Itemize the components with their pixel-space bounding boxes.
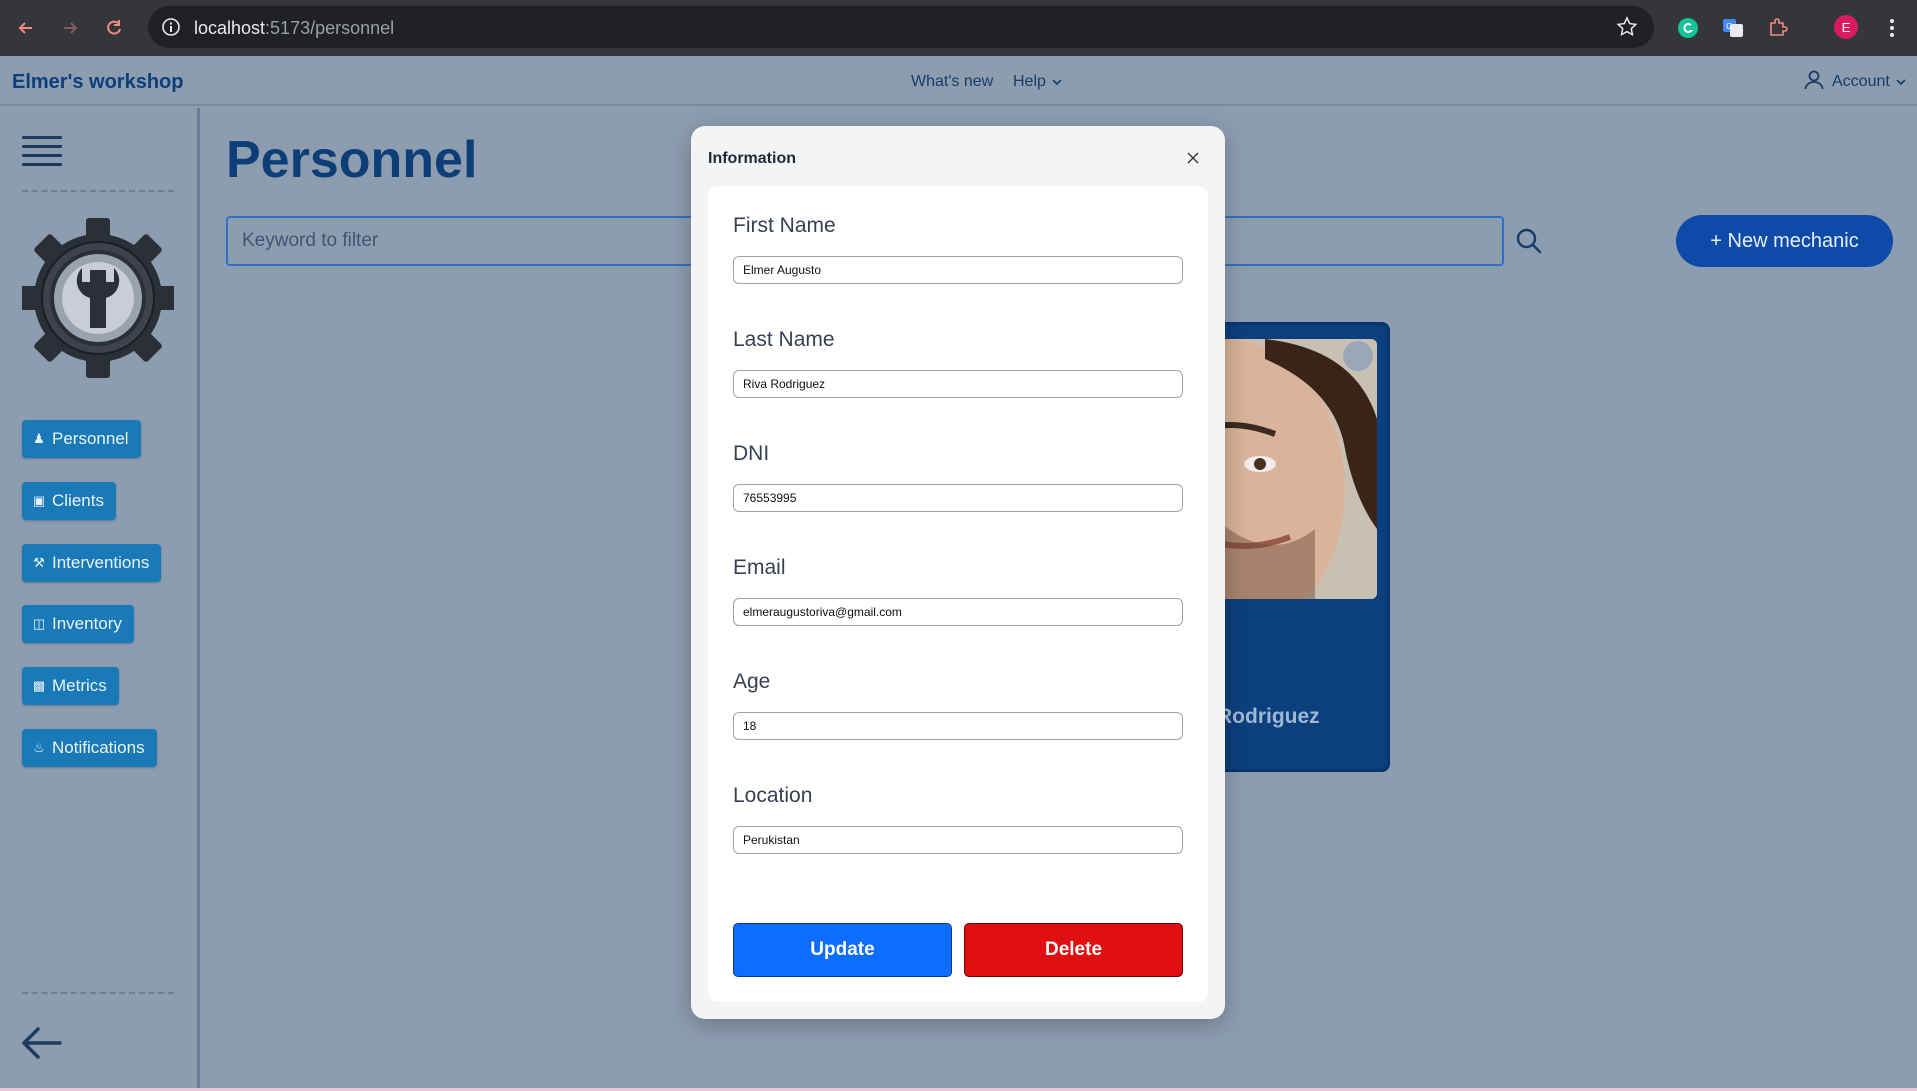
- modal-form: First Name Last Name DNI Email Age Locat…: [708, 186, 1208, 1002]
- help-menu[interactable]: Help: [1013, 73, 1062, 91]
- last-name-label: Last Name: [733, 328, 835, 351]
- sidebar-item-clients[interactable]: ▣ Clients: [22, 482, 116, 520]
- close-icon[interactable]: [1181, 146, 1205, 170]
- last-name-field[interactable]: [733, 370, 1183, 398]
- grammarly-icon[interactable]: [1674, 14, 1702, 42]
- location-field[interactable]: [733, 826, 1183, 854]
- app-header: Elmer's workshop What's new Help Account: [0, 56, 1917, 106]
- browser-toolbar: localhost:5173/personnel G E: [0, 0, 1917, 56]
- account-menu[interactable]: Account: [1802, 68, 1906, 96]
- sidebar-item-personnel[interactable]: ♟ Personnel: [22, 420, 141, 458]
- email-field[interactable]: [733, 598, 1183, 626]
- browser-menu-icon[interactable]: [1878, 14, 1906, 42]
- translate-icon[interactable]: G: [1719, 14, 1747, 42]
- account-label: Account: [1832, 73, 1890, 90]
- sidebar-item-label: Notifications: [52, 738, 145, 757]
- sidebar-item-inventory[interactable]: ◫ Inventory: [22, 605, 134, 643]
- delete-button[interactable]: Delete: [964, 923, 1183, 977]
- url-text: localhost:5173/personnel: [194, 18, 395, 38]
- users-icon: ♟: [33, 431, 45, 446]
- address-bar[interactable]: localhost:5173/personnel: [148, 6, 1654, 48]
- back-arrow-icon[interactable]: [20, 1023, 64, 1063]
- bookmark-star-icon[interactable]: [1616, 16, 1638, 43]
- svg-text:G: G: [1726, 22, 1732, 31]
- id-card-icon: ▣: [32, 493, 46, 508]
- status-dot: [1343, 341, 1373, 371]
- box-icon: ◫: [32, 616, 46, 631]
- sidebar-item-interventions[interactable]: ⚒ Interventions: [22, 544, 162, 582]
- sidebar-item-label: Interventions: [52, 553, 150, 572]
- divider: [22, 190, 174, 192]
- bell-icon: ♨: [33, 740, 45, 755]
- whats-new-link[interactable]: What's new: [911, 73, 993, 91]
- new-mechanic-button[interactable]: + New mechanic: [1676, 215, 1893, 267]
- divider: [22, 992, 174, 994]
- chevron-down-icon: [1896, 73, 1906, 91]
- chevron-down-icon: [1052, 73, 1062, 91]
- sidebar-item-label: Clients: [52, 491, 104, 510]
- search-icon[interactable]: [1514, 226, 1544, 256]
- sidebar-item-label: Personnel: [52, 429, 129, 448]
- hammer-icon: ⚒: [33, 555, 45, 570]
- site-info-icon[interactable]: [160, 16, 182, 43]
- forward-nav-icon[interactable]: [56, 14, 84, 42]
- dni-label: DNI: [733, 442, 770, 465]
- reload-icon[interactable]: [100, 14, 128, 42]
- bar-chart-icon: ▩: [32, 678, 46, 693]
- email-label: Email: [733, 556, 786, 579]
- modal-title: Information: [708, 150, 796, 167]
- sidebar-item-label: Metrics: [52, 676, 107, 695]
- page-title: Personnel: [226, 131, 478, 189]
- sidebar-item-notifications[interactable]: ♨ Notifications: [22, 729, 157, 767]
- first-name-field[interactable]: [733, 256, 1183, 284]
- update-button[interactable]: Update: [733, 923, 952, 977]
- brand-title[interactable]: Elmer's workshop: [12, 71, 183, 94]
- information-modal: Information First Name Last Name DNI Ema…: [691, 126, 1225, 1019]
- help-label: Help: [1013, 73, 1046, 90]
- age-label: Age: [733, 670, 771, 693]
- sidebar-item-label: Inventory: [52, 614, 122, 633]
- hamburger-menu-icon[interactable]: [22, 136, 62, 166]
- sidebar-item-metrics[interactable]: ▩ Metrics: [22, 667, 119, 705]
- extensions-icon[interactable]: [1764, 14, 1792, 42]
- workshop-logo: [18, 218, 178, 378]
- mechanic-name: Rodriguez: [1217, 705, 1320, 728]
- user-icon: [1802, 68, 1826, 97]
- profile-avatar[interactable]: E: [1834, 15, 1858, 39]
- back-nav-icon[interactable]: [12, 14, 40, 42]
- location-label: Location: [733, 784, 813, 807]
- dni-field[interactable]: [733, 484, 1183, 512]
- age-field[interactable]: [733, 712, 1183, 740]
- sidebar: ♟ Personnel ▣ Clients ⚒ Interventions ◫ …: [0, 108, 200, 1091]
- mechanic-photo: [1205, 339, 1377, 599]
- first-name-label: First Name: [733, 214, 836, 237]
